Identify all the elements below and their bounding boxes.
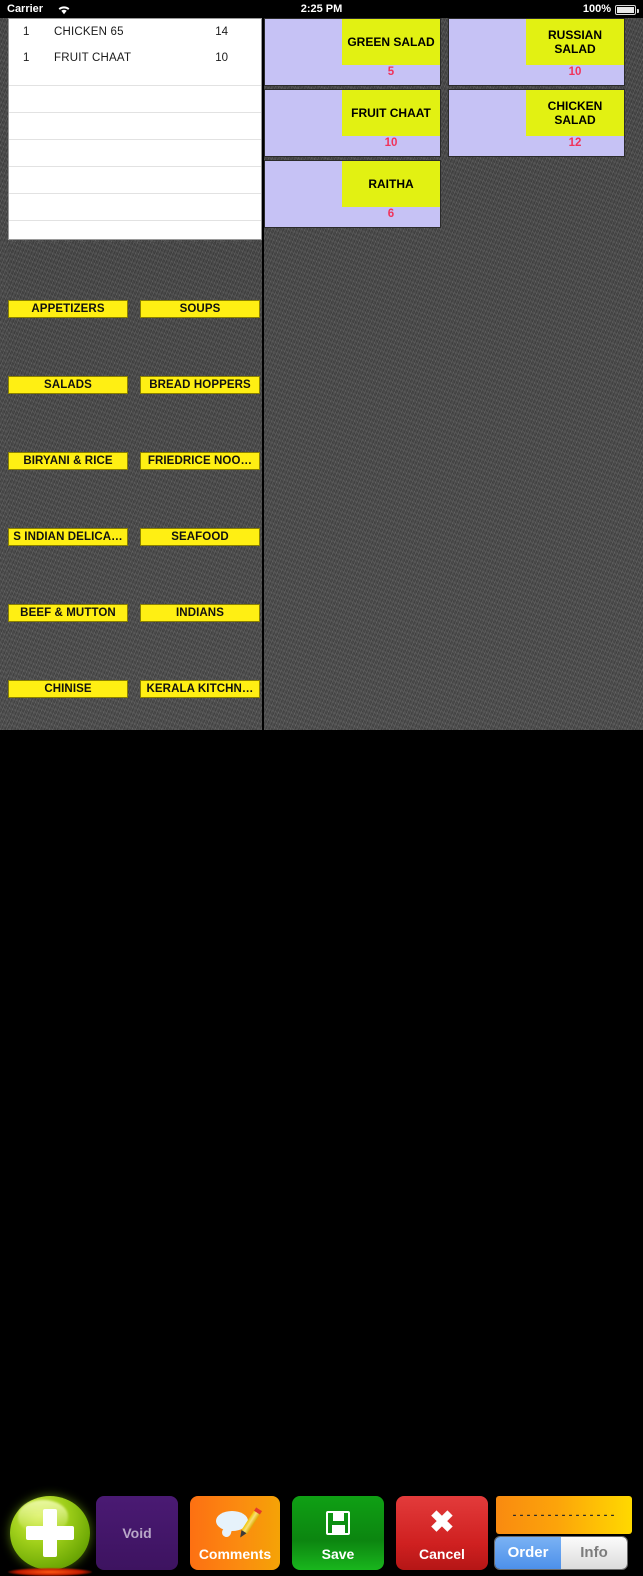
ticket-spacer	[9, 71, 261, 85]
add-button-glow	[8, 1568, 92, 1576]
ticket-item-price: 14	[215, 26, 228, 38]
battery-full-icon	[615, 5, 639, 15]
save-button[interactable]: Save	[292, 1496, 384, 1570]
menu-item-tile[interactable]: CHICKEN SALAD 12	[448, 89, 625, 157]
ticket-empty-row[interactable]	[9, 220, 261, 239]
status-bar: Carrier 2:25 PM 100%	[0, 0, 643, 18]
category-button-beef-mutton[interactable]: BEEF & MUTTON	[8, 604, 128, 622]
category-panel: APPETIZERS SOUPS SALADS BREAD HOPPERS BI…	[8, 242, 262, 730]
category-button-kerala-kitchen[interactable]: KERALA KITCHN…	[140, 680, 260, 698]
order-ticket-list[interactable]: 1 CHICKEN 65 14 1 FRUIT CHAAT 10	[8, 18, 262, 240]
category-button-bread-hoppers[interactable]: BREAD HOPPERS	[140, 376, 260, 394]
floppy-disk-icon	[292, 1506, 384, 1540]
menu-item-name: GREEN SALAD	[342, 19, 440, 65]
menu-item-price: 6	[387, 208, 395, 220]
main-content: 1 CHICKEN 65 14 1 FRUIT CHAAT 10 APPETIZ…	[0, 18, 643, 730]
ticket-item-name: FRUIT CHAAT	[54, 52, 132, 64]
table-row[interactable]: 1 FRUIT CHAAT 10	[9, 45, 261, 71]
add-item-button[interactable]	[10, 1496, 90, 1570]
void-button[interactable]: Void	[96, 1496, 178, 1570]
cancel-button[interactable]: ✖ Cancel	[396, 1496, 488, 1570]
category-button-soups[interactable]: SOUPS	[140, 300, 260, 318]
ticket-empty-row[interactable]	[9, 193, 261, 220]
order-info-segmented-control[interactable]: Order Info	[494, 1536, 628, 1570]
order-info-display[interactable]: ---------------	[496, 1496, 632, 1534]
tab-order[interactable]: Order	[495, 1537, 561, 1569]
menu-item-price: 12	[568, 137, 582, 149]
category-button-appetizers[interactable]: APPETIZERS	[8, 300, 128, 318]
menu-item-price: 10	[568, 66, 582, 78]
category-button-seafood[interactable]: SEAFOOD	[140, 528, 260, 546]
menu-item-tile[interactable]: RUSSIAN SALAD 10	[448, 18, 625, 86]
clock-label: 2:25 PM	[300, 3, 343, 15]
ticket-empty-row[interactable]	[9, 139, 261, 166]
comments-button-label: Comments	[198, 1546, 272, 1562]
ticket-qty: 1	[23, 52, 30, 64]
ticket-item-price: 10	[215, 52, 228, 64]
order-info-value: ---------------	[511, 1511, 617, 1522]
table-row[interactable]: 1 CHICKEN 65 14	[9, 19, 261, 45]
ticket-qty: 1	[23, 26, 30, 38]
bottom-toolbar: Void Comments Save ✖ Cancel ------------…	[0, 730, 643, 1576]
menu-item-name: FRUIT CHAAT	[342, 90, 440, 136]
cancel-button-label: Cancel	[419, 1546, 465, 1562]
menu-item-name: CHICKEN SALAD	[526, 90, 624, 136]
ticket-item-name: CHICKEN 65	[54, 26, 124, 38]
comment-bubble-pencil-icon	[190, 1506, 280, 1540]
menu-item-tile[interactable]: FRUIT CHAAT 10	[264, 89, 441, 157]
category-button-s-indian-delicacies[interactable]: S INDIAN DELICA…	[8, 528, 128, 546]
ticket-empty-row[interactable]	[9, 85, 261, 112]
category-button-chinise[interactable]: CHINISE	[8, 680, 128, 698]
category-button-friedrice-noodles[interactable]: FRIEDRICE NOO…	[140, 452, 260, 470]
item-panel: GREEN SALAD 5 RUSSIAN SALAD 10 FRUIT CHA…	[264, 18, 643, 730]
tab-info[interactable]: Info	[561, 1537, 627, 1569]
menu-item-name: RUSSIAN SALAD	[526, 19, 624, 65]
category-button-salads[interactable]: SALADS	[8, 376, 128, 394]
save-button-label: Save	[321, 1546, 355, 1562]
ticket-empty-row[interactable]	[9, 166, 261, 193]
plus-icon	[43, 1509, 57, 1557]
menu-item-price: 5	[387, 66, 395, 78]
comments-button[interactable]: Comments	[190, 1496, 280, 1570]
x-icon: ✖	[429, 1506, 455, 1539]
menu-item-tile[interactable]: RAITHA 6	[264, 160, 441, 228]
category-button-biryani-rice[interactable]: BIRYANI & RICE	[8, 452, 128, 470]
menu-item-name: RAITHA	[342, 161, 440, 207]
ticket-empty-row[interactable]	[9, 112, 261, 139]
menu-item-price: 10	[384, 137, 398, 149]
menu-item-tile[interactable]: GREEN SALAD 5	[264, 18, 441, 86]
category-button-indians[interactable]: INDIANS	[140, 604, 260, 622]
battery-percent-label: 100%	[582, 3, 611, 15]
